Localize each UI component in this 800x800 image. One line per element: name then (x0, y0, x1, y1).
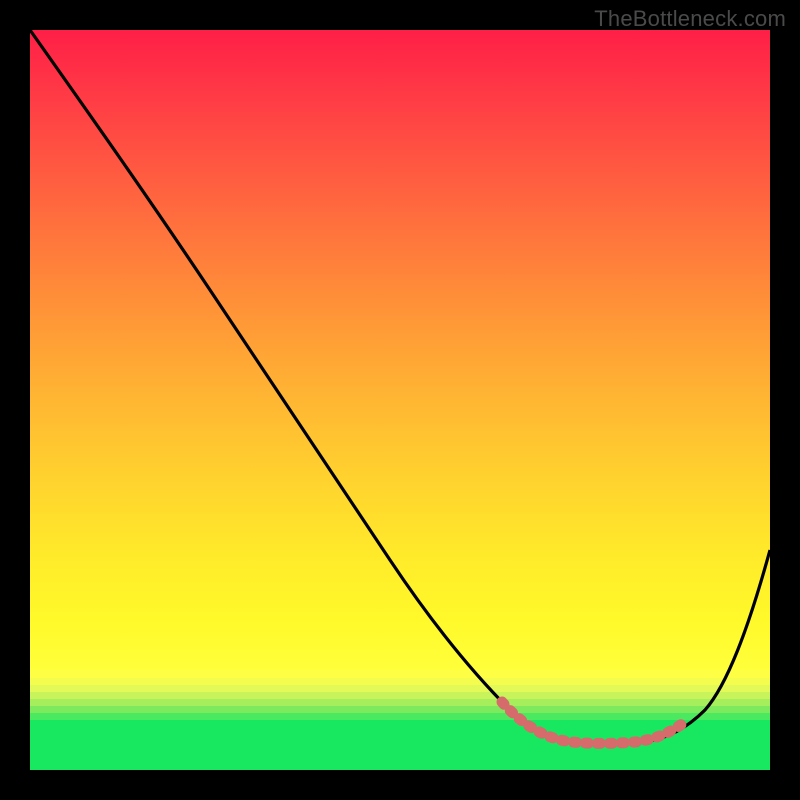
bottleneck-curve-svg (30, 30, 770, 770)
watermark-text: TheBottleneck.com (594, 6, 786, 32)
plot-area (30, 30, 770, 770)
highlight-segment (502, 702, 682, 743)
bottleneck-curve-path (30, 30, 770, 744)
chart-frame: TheBottleneck.com (0, 0, 800, 800)
